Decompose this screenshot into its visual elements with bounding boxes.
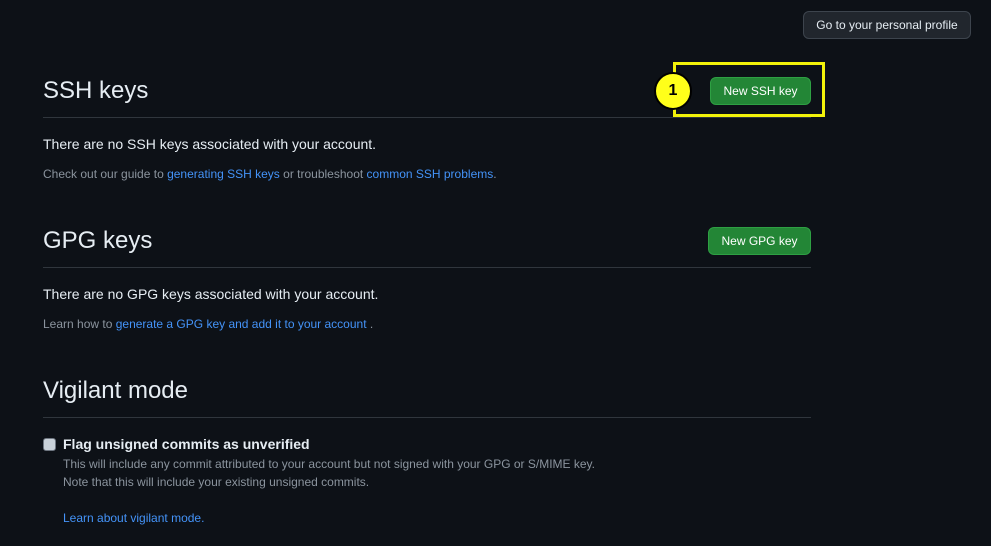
ssh-keys-heading: SSH keys	[43, 77, 149, 104]
vigilant-description-line2: Note that this will include your existin…	[63, 475, 370, 489]
annotation-step-marker: 1	[654, 72, 692, 110]
flag-unsigned-commits-label[interactable]: Flag unsigned commits as unverified	[63, 436, 310, 452]
gpg-empty-message: There are no GPG keys associated with yo…	[43, 286, 379, 302]
ssh-note-suffix: .	[493, 167, 497, 181]
gpg-guide-note: Learn how to generate a GPG key and add …	[43, 317, 373, 331]
gpg-divider	[43, 267, 811, 268]
vigilant-divider	[43, 417, 811, 418]
flag-unsigned-commits-checkbox[interactable]	[43, 438, 56, 451]
vigilant-description-line1: This will include any commit attributed …	[63, 457, 596, 471]
new-ssh-key-button[interactable]: New SSH key	[710, 77, 811, 105]
ssh-empty-message: There are no SSH keys associated with yo…	[43, 136, 377, 152]
ssh-note-prefix: Check out our guide to	[43, 167, 168, 181]
ssh-divider	[43, 117, 811, 118]
ssh-guide-note: Check out our guide to generating SSH ke…	[43, 167, 497, 181]
gpg-keys-heading: GPG keys	[43, 227, 153, 254]
vigilant-mode-heading: Vigilant mode	[43, 377, 188, 404]
generate-gpg-key-link[interactable]: generate a GPG key and add it to your ac…	[116, 317, 367, 331]
generating-ssh-keys-link[interactable]: generating SSH keys	[167, 167, 280, 181]
ssh-note-middle: or troubleshoot	[279, 167, 367, 181]
learn-vigilant-mode-link[interactable]: Learn about vigilant mode.	[63, 511, 204, 525]
new-gpg-key-button[interactable]: New GPG key	[708, 227, 811, 255]
gpg-note-prefix: Learn how to	[43, 317, 116, 331]
gpg-note-suffix: .	[366, 317, 374, 331]
common-ssh-problems-link[interactable]: common SSH problems	[367, 167, 494, 181]
personal-profile-button[interactable]: Go to your personal profile	[803, 11, 971, 39]
